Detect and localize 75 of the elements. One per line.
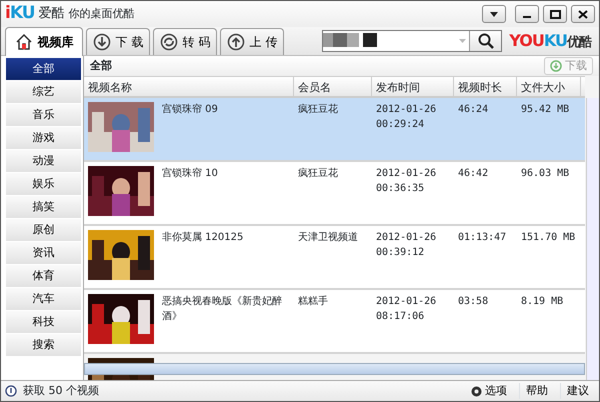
member-name: 天津卫视频道: [298, 232, 358, 243]
member-name: 糕糕手: [298, 296, 328, 307]
category-item[interactable]: 游戏: [6, 127, 81, 149]
section-heading: 全部: [90, 58, 112, 74]
table-row[interactable]: 宫锁珠帘 09 疯狂豆花 2012-01-26 00:29:24 46:24 95.42 MB: [84, 98, 585, 162]
video-title: 宫锁珠帘 09: [162, 102, 218, 117]
publish-date: 2012-01-26: [376, 231, 438, 245]
window-subtitle: 你的桌面优酷: [68, 6, 135, 22]
status-message: 获取 50 个视频: [23, 382, 99, 399]
tab[interactable]: 下 载: [86, 28, 150, 55]
maximize-icon: [550, 10, 560, 18]
member-name: 疯狂豆花: [298, 168, 338, 179]
close-icon: [578, 10, 588, 18]
publish-date: 2012-01-26: [376, 167, 438, 181]
category-item[interactable]: 动漫: [6, 150, 81, 172]
member-name: 疯狂豆花: [298, 104, 338, 115]
publish-time: 00:29:24: [376, 118, 426, 132]
file-size: 95.42 MB: [521, 104, 570, 115]
app-logo: iKU: [5, 2, 35, 26]
dropdown-button[interactable]: [482, 5, 506, 23]
category-item[interactable]: 音乐: [6, 104, 81, 126]
duration: 03:58: [458, 296, 488, 307]
file-size: 8.19 MB: [521, 296, 564, 307]
gear-icon: [471, 386, 482, 396]
home-icon: [14, 33, 32, 51]
tab[interactable]: 上 传: [220, 28, 284, 55]
horizontal-scrollbar[interactable]: [84, 363, 585, 375]
table-row[interactable]: 恶搞央视春晚版《新贵妃醉酒》 糕糕手 2012-01-26 08:17:06 03:58 8.19 MB: [84, 290, 585, 354]
download-icon: [550, 60, 562, 72]
help-link[interactable]: 帮助: [519, 382, 554, 400]
category-item[interactable]: 资讯: [6, 242, 81, 264]
search-icon: [478, 33, 494, 49]
publish-date: 2012-01-26: [376, 295, 438, 309]
file-size: 96.03 MB: [521, 168, 570, 179]
tab[interactable]: 转 码: [153, 28, 217, 55]
duration: 46:42: [458, 168, 488, 179]
feedback-link[interactable]: 建议: [560, 382, 595, 400]
upload-icon: [226, 33, 245, 51]
table-row[interactable]: 非你莫属 120125 天津卫视频道 2012-01-26 00:39:12 01:13:47 151.70 MB: [84, 226, 585, 290]
file-size: 151.70 MB: [521, 232, 576, 243]
maximize-button[interactable]: [543, 5, 567, 23]
close-button[interactable]: [571, 5, 595, 23]
category-item[interactable]: 搜索: [6, 334, 81, 356]
search-button[interactable]: [469, 31, 501, 51]
duration: 01:13:47: [458, 232, 506, 243]
category-item[interactable]: 娱乐: [6, 173, 81, 195]
tab[interactable]: 视频库: [5, 27, 83, 56]
info-icon: [5, 385, 17, 397]
caret-icon: [488, 10, 498, 18]
search-field[interactable]: [322, 30, 502, 52]
publish-date: 2012-01-26: [376, 103, 438, 117]
category-item[interactable]: 搞笑: [6, 196, 81, 218]
table-row[interactable]: 宫锁珠帘 10 疯狂豆花 2012-01-26 00:36:35 46:42 96.03 MB: [84, 162, 585, 226]
convert-icon: [160, 33, 178, 51]
video-title: 非你莫属 120125: [162, 230, 244, 245]
vertical-scrollbar[interactable]: [586, 98, 599, 380]
publish-time: 08:17:06: [376, 310, 426, 324]
brand-logo: YOUKU优酷: [509, 30, 591, 52]
category-item[interactable]: 全部: [6, 58, 81, 80]
duration: 46:24: [458, 104, 488, 115]
category-item[interactable]: 体育: [6, 265, 81, 287]
category-item[interactable]: 原创: [6, 219, 81, 241]
download-icon: [92, 33, 111, 51]
video-title: 宫锁珠帘 10: [162, 166, 218, 181]
video-title: 恶搞央视春晚版《新贵妃醉酒》: [162, 294, 283, 324]
caret-icon: [459, 39, 466, 43]
publish-time: 00:39:12: [376, 246, 426, 260]
category-item[interactable]: 综艺: [6, 81, 81, 103]
category-item[interactable]: 汽车: [6, 288, 81, 310]
minimize-icon: [523, 16, 531, 18]
minimize-button[interactable]: [515, 5, 539, 23]
options-button[interactable]: 选项: [465, 382, 513, 400]
category-item[interactable]: 科技: [6, 311, 81, 333]
publish-time: 00:36:35: [376, 182, 426, 196]
app-name: 爱酷: [38, 5, 65, 24]
